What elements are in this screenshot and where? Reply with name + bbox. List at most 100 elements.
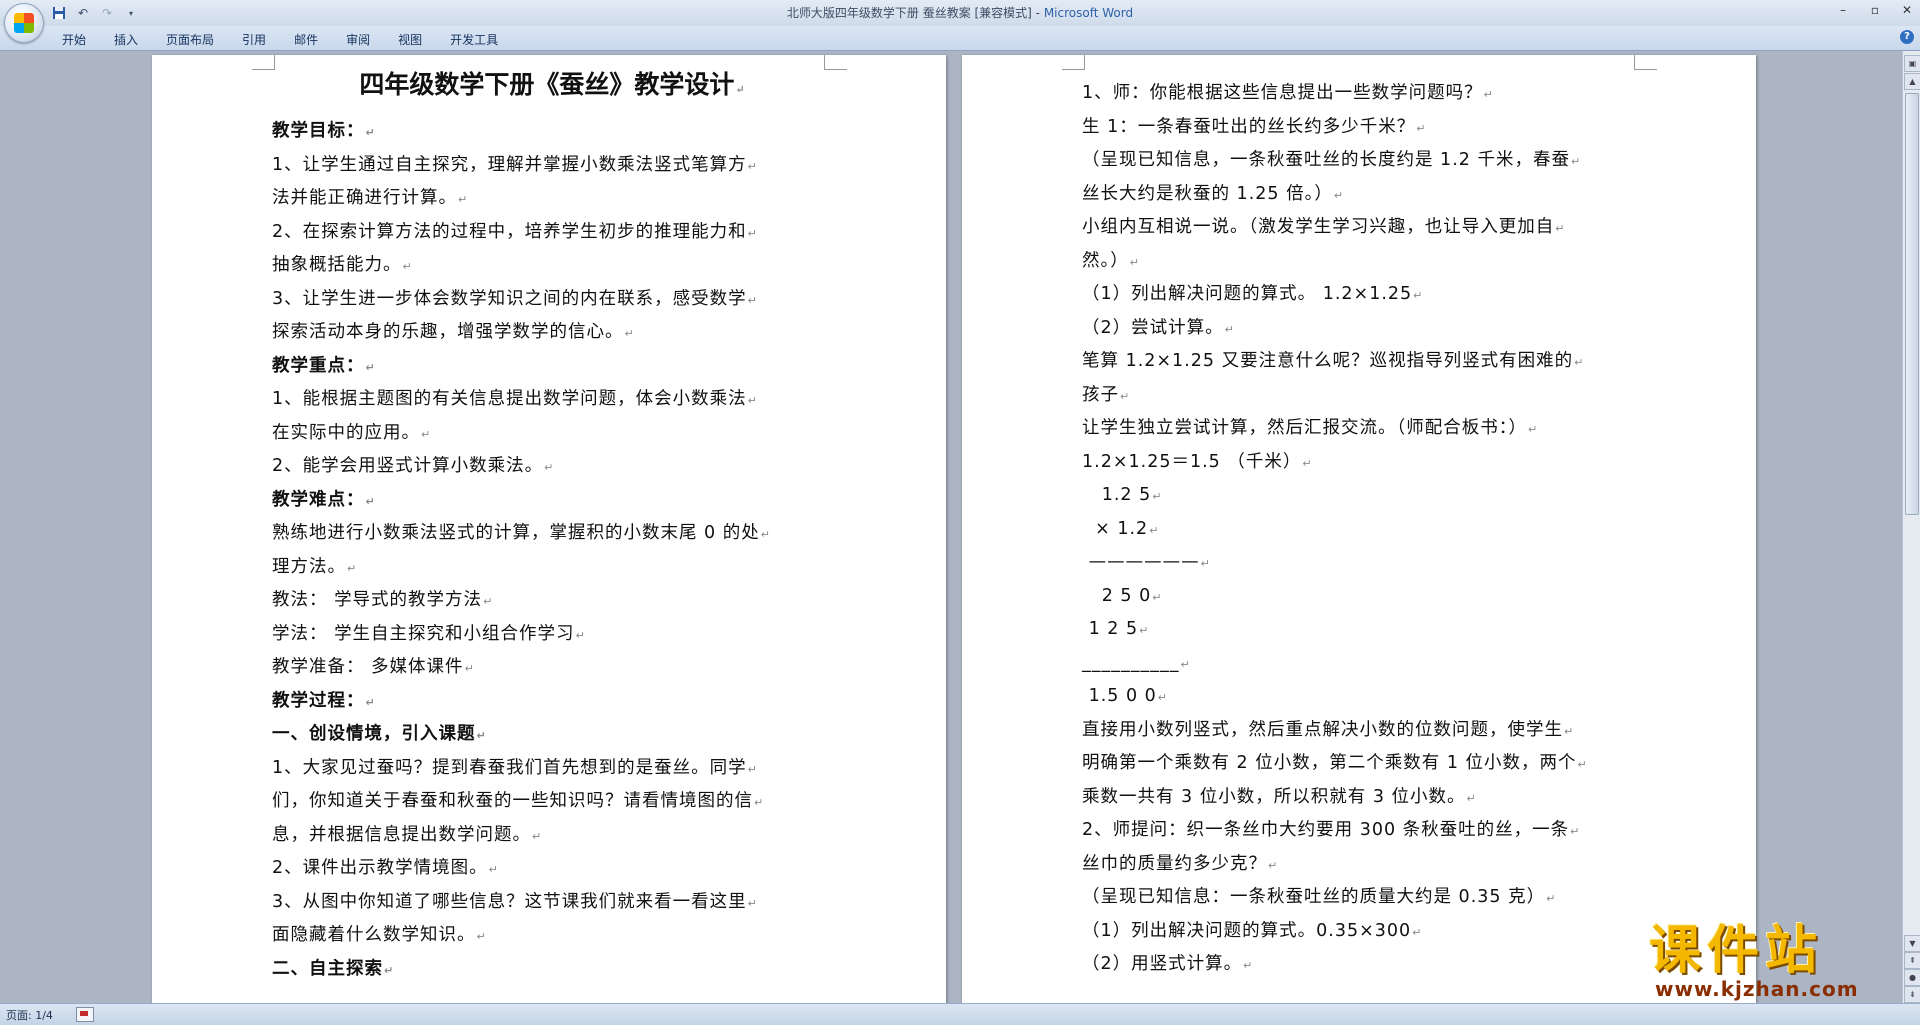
document-line: 理方法。↵ <box>272 551 832 585</box>
document-page-2[interactable]: 1、师：你能根据这些信息提出一些数学问题吗？↵ 生 1：一条春蚕吐出的丝长约多少千… <box>962 55 1756 1004</box>
line-text: 直接用小数列竖式，然后重点解决小数的位数问题，使学生 <box>1082 719 1563 740</box>
line-text: （呈现已知信息：一条秋蚕吐丝的质量大约是 0.35 克） <box>1082 887 1546 907</box>
line-text: 1.5 0 0 <box>1082 686 1157 706</box>
line-text: 教学难点： <box>272 489 365 510</box>
close-icon[interactable]: ✕ <box>1900 2 1914 18</box>
line-text: 1、师：你能根据这些信息提出一些数学问题吗？ <box>1082 83 1483 103</box>
help-icon[interactable]: ? <box>1900 30 1914 44</box>
ribbon-tab[interactable]: 插入 <box>100 29 152 50</box>
ribbon-tabs: 开始 插入 页面布局 引用 邮件 审阅 视图 开发工具 <box>48 29 512 50</box>
next-page-icon[interactable]: ⇟ <box>1904 986 1920 1003</box>
ribbon-tab[interactable]: 开始 <box>48 29 100 50</box>
document-line: （呈现已知信息：一条秋蚕吐丝的质量大约是 0.35 克）↵ <box>1082 881 1642 915</box>
document-area: 四年级数学下册《蚕丝》教学设计↵ 教学目标：↵ 1、让学生通过自主探究，理解并掌握… <box>0 51 1902 1004</box>
document-line: 3、让学生进一步体会数学知识之间的内在联系，感受数学↵ <box>272 283 832 317</box>
page-counter[interactable]: 页面: 1/4 <box>6 1007 53 1023</box>
line-text: 乘数一共有 3 位小数，所以积就有 3 位小数。 <box>1082 786 1466 807</box>
paragraph-mark-icon: ↵ <box>1180 657 1191 671</box>
restore-icon[interactable]: ▫ <box>1868 2 1882 18</box>
line-text: __________ <box>1082 652 1180 673</box>
line-text: （1）列出解决问题的算式。0.35×300 <box>1082 920 1412 941</box>
paragraph-mark-icon: ↵ <box>747 896 758 910</box>
scroll-down-icon[interactable]: ▼ <box>1904 935 1920 952</box>
document-line: 生 1：一条春蚕吐出的丝长约多少千米？↵ <box>1082 111 1642 145</box>
macro-recording-icon[interactable] <box>76 1007 94 1022</box>
document-line: 丝巾的质量约多少克？↵ <box>1082 848 1642 882</box>
document-line: 丝长大约是秋蚕的 1.25 倍。）↵ <box>1082 178 1642 212</box>
document-line: 教学过程：↵ <box>272 685 832 719</box>
office-button[interactable] <box>4 3 44 43</box>
line-text: 教法： 学导式的教学方法 <box>272 590 483 610</box>
browse-object-icon[interactable]: ● <box>1904 969 1920 986</box>
paragraph-mark-icon: ↵ <box>1564 724 1575 738</box>
paragraph-mark-icon: ↵ <box>365 360 376 374</box>
app-name: Microsoft Word <box>1043 6 1134 20</box>
vertical-scrollbar[interactable]: ▣ ▲ ▼ ⇞ ● ⇟ <box>1902 51 1920 1004</box>
paragraph-mark-icon: ↵ <box>1243 959 1254 972</box>
document-line: ——————↵ <box>1082 546 1642 580</box>
document-line: 1、师：你能根据这些信息提出一些数学问题吗？↵ <box>1082 77 1642 111</box>
line-text: 2、课件出示教学情境图。 <box>272 858 488 878</box>
paragraph-mark-icon: ↵ <box>1149 523 1160 537</box>
line-text: （1）列出解决问题的算式。 1.2×1.25 <box>1082 284 1413 304</box>
minimize-icon[interactable]: – <box>1836 2 1850 18</box>
line-text: 熟练地进行小数乘法竖式的计算，掌握积的小数末尾 0 的处 <box>272 523 760 543</box>
line-text: 们，你知道关于春蚕和秋蚕的一些知识吗？请看情境图的信 <box>272 791 753 811</box>
paragraph-mark-icon: ↵ <box>760 528 771 541</box>
line-text: 1、让学生通过自主探究，理解并掌握小数乘法竖式笔算方 <box>272 154 747 175</box>
document-line: 教法： 学导式的教学方法↵ <box>272 584 832 618</box>
paragraph-mark-icon: ↵ <box>624 327 635 340</box>
scroll-up-icon[interactable]: ▲ <box>1904 73 1920 90</box>
ruler-toggle-icon[interactable]: ▣ <box>1904 55 1920 72</box>
document-line: __________↵ <box>1082 647 1642 681</box>
document-line: 学法： 学生自主探究和小组合作学习↵ <box>272 618 832 652</box>
line-text: 让学生独立尝试计算，然后汇报交流。（师配合板书：） <box>1082 418 1527 438</box>
paragraph-mark-icon: ↵ <box>1120 389 1131 403</box>
ribbon-tab[interactable]: 邮件 <box>280 29 332 50</box>
status-bar: 页面: 1/4 <box>0 1003 1920 1025</box>
document-line: 2、师提问：织一条丝巾大约要用 300 条秋蚕吐的丝，一条↵ <box>1082 814 1642 848</box>
document-line: 小组内互相说一说。（激发学生学习兴趣，也让导入更加自↵ <box>1082 211 1642 245</box>
line-text: 二、自主探索 <box>272 958 383 979</box>
ribbon-tab[interactable]: 审阅 <box>332 29 384 50</box>
document-line: 1、让学生通过自主探究，理解并掌握小数乘法竖式笔算方↵ <box>272 149 832 183</box>
paragraph-mark-icon: ↵ <box>1157 691 1169 704</box>
previous-page-icon[interactable]: ⇞ <box>1904 952 1920 969</box>
document-line: 2、在探索计算方法的过程中，培养学生初步的推理能力和↵ <box>272 216 832 250</box>
paragraph-mark-icon: ↵ <box>747 293 758 307</box>
ribbon-tab[interactable]: 引用 <box>228 29 280 50</box>
watermark-url: www.kjzhan.com <box>1655 977 1859 1001</box>
document-line: 让学生独立尝试计算，然后汇报交流。（师配合板书：）↵ <box>1082 412 1642 446</box>
document-line: 一、创设情境，引入课题↵ <box>272 718 832 752</box>
document-line: × 1.2↵ <box>1082 513 1642 547</box>
paragraph-mark-icon: ↵ <box>1570 155 1582 168</box>
document-line: 熟练地进行小数乘法竖式的计算，掌握积的小数末尾 0 的处↵ <box>272 517 832 551</box>
scrollbar-thumb[interactable] <box>1905 93 1919 515</box>
paragraph-mark-icon: ↵ <box>347 561 358 575</box>
ribbon-tab[interactable]: 开发工具 <box>436 29 512 50</box>
line-text: 丝巾的质量约多少克？ <box>1082 853 1267 874</box>
document-line: （2）用竖式计算。↵ <box>1082 948 1642 982</box>
paragraph-mark-icon: ↵ <box>1555 222 1566 235</box>
document-page-1[interactable]: 四年级数学下册《蚕丝》教学设计↵ 教学目标：↵ 1、让学生通过自主探究，理解并掌握… <box>152 55 946 1004</box>
document-line: 2 5 0↵ <box>1082 580 1642 614</box>
line-text: 教学准备： 多媒体课件 <box>272 657 464 677</box>
page-text: 四年级数学下册《蚕丝》教学设计↵ 教学目标：↵ 1、让学生通过自主探究，理解并掌握… <box>272 61 832 986</box>
ribbon-tab[interactable]: 页面布局 <box>152 29 228 50</box>
document-line: （呈现已知信息，一条秋蚕吐丝的长度约是 1.2 千米，春蚕↵ <box>1082 144 1642 178</box>
crop-mark <box>1062 55 1085 70</box>
ribbon-tab[interactable]: 视图 <box>384 29 436 50</box>
document-line: 笔算 1.2×1.25 又要注意什么呢？巡视指导列竖式有困难的↵ <box>1082 345 1642 379</box>
document-line: 1.2 5↵ <box>1082 479 1642 513</box>
document-line: 息，并根据信息提出数学问题。↵ <box>272 819 832 853</box>
paragraph-mark-icon: ↵ <box>402 260 413 273</box>
document-line: 1 2 5↵ <box>1082 613 1642 647</box>
document-line: 教学难点：↵ <box>272 484 832 518</box>
document-line: 孩子↵ <box>1082 379 1642 413</box>
line-text: （呈现已知信息，一条秋蚕吐丝的长度约是 1.2 千米，春蚕 <box>1082 150 1570 170</box>
document-name: 北师大版四年级数学下册 蚕丝教案 [兼容模式] - <box>786 6 1044 20</box>
paragraph-mark-icon: ↵ <box>384 963 395 977</box>
paragraph-mark-icon: ↵ <box>1528 423 1539 436</box>
paragraph-mark-icon: ↵ <box>1302 456 1313 470</box>
document-line: 2、能学会用竖式计算小数乘法。↵ <box>272 450 832 484</box>
